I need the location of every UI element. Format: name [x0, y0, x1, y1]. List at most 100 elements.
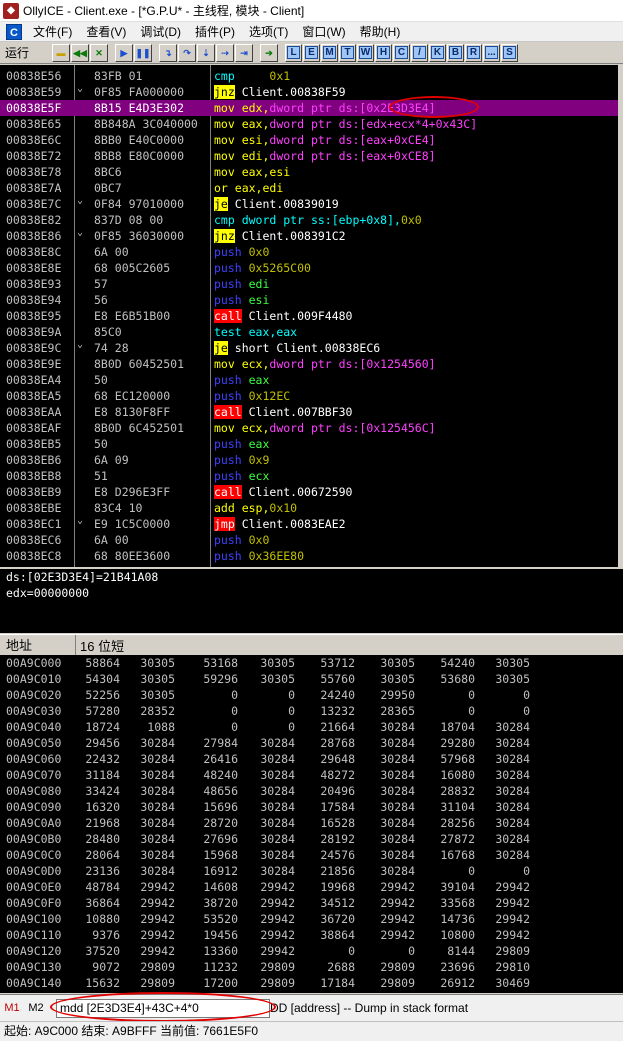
pause-button[interactable]: ❚❚: [134, 43, 152, 62]
info-line: edx=00000000: [6, 586, 90, 600]
memory-map-button[interactable]: M: [321, 43, 338, 62]
dump-row[interactable]: 00A9C100 10880 29942 53520 29942 36720 29942 14…: [0, 911, 623, 927]
threads-button[interactable]: T: [339, 43, 356, 62]
disasm-row[interactable]: 00838EB6 6A 09 push 0x9: [0, 452, 618, 468]
restart-button[interactable]: ◀◀: [71, 43, 89, 62]
dump-row[interactable]: 00A9C130 9072 29809 11232 29809 2688 29809 2369…: [0, 959, 623, 975]
command-input[interactable]: mdd [2E3D3E4]+43C+4*0: [56, 999, 270, 1018]
run-button[interactable]: ▶: [115, 43, 133, 62]
disasm-row[interactable]: 00838EC1 ⌄ E9 1C5C0000 jmp Client.0083EAE2: [0, 515, 618, 532]
disasm-row[interactable]: 00838E9A 85C0 test eax,eax: [0, 324, 618, 340]
disasm-row[interactable]: 00838E56 83FB 01 cmp ebx,0x1: [0, 68, 618, 84]
patches-button[interactable]: /: [411, 43, 428, 62]
dump-row[interactable]: 00A9C010 54304 30305 59296 30305 55760 30305 53…: [0, 671, 623, 687]
breakpoints-button[interactable]: B: [447, 43, 464, 62]
open-button[interactable]: ▬: [52, 43, 70, 62]
dump-value-cell: 28192: [320, 832, 355, 846]
dump-row[interactable]: 00A9C0F0 36864 29942 38720 29942 34512 29942 33…: [0, 895, 623, 911]
dump-row[interactable]: 00A9C030 57280 28352 0 0 13232 28365 0 0: [0, 703, 623, 719]
instruction-cell: mov eax,esi: [214, 164, 290, 180]
step-into-button[interactable]: ↴: [159, 43, 177, 62]
dump-row[interactable]: 00A9C120 37520 29942 13360 29942 0 0 8144 29809: [0, 943, 623, 959]
disasm-row[interactable]: 00838E95 E8 E6B51B00 call Client.009F4480: [0, 308, 618, 324]
menu-window[interactable]: 窗口(W): [295, 23, 352, 40]
data-column-header[interactable]: 16 位短: [76, 636, 124, 655]
call-stack-button[interactable]: K: [429, 43, 446, 62]
disasm-row[interactable]: 00838EBE 83C4 10 add esp,0x10: [0, 500, 618, 516]
disasm-row[interactable]: 00838E82 837D 08 00 cmp dword ptr ss:[ebp+…: [0, 212, 618, 228]
disasm-row[interactable]: 00838E72 8BB8 E80C0000 mov edi,dword ptr d…: [0, 148, 618, 164]
m1-button[interactable]: M1: [0, 1002, 24, 1014]
disasm-row[interactable]: 00838EAA E8 8130F8FF call Client.007BBF30: [0, 404, 618, 420]
dump-row[interactable]: 00A9C020 52256 30305 0 0 24240 29950 0 0: [0, 687, 623, 703]
disasm-row[interactable]: 00838E8E 68 005C2605 push 0x5265C00: [0, 260, 618, 276]
menu-view[interactable]: 查看(V): [79, 23, 133, 40]
trace-over-button[interactable]: ⇢: [216, 43, 234, 62]
dump-row[interactable]: 00A9C070 31184 30284 48240 30284 48272 30284 16…: [0, 767, 623, 783]
dump-row[interactable]: 00A9C0E0 48784 29942 14608 29942 19968 29942 39…: [0, 879, 623, 895]
disasm-row[interactable]: 00838EB8 51 push ecx: [0, 468, 618, 484]
dump-address-cell: 00A9C020: [6, 688, 62, 702]
dump-row[interactable]: 00A9C110 9376 29942 19456 29942 38864 29942 108…: [0, 927, 623, 943]
disasm-row[interactable]: 00838E9E 8B0D 60452501 mov ecx,dword ptr d…: [0, 356, 618, 372]
dump-row[interactable]: 00A9C000 58864 30305 53168 30305 53712 30305 54…: [0, 655, 623, 671]
disasm-row[interactable]: 00838EC6 6A 00 push 0x0: [0, 532, 618, 548]
menu-plugins[interactable]: 插件(P): [188, 23, 242, 40]
dump-row[interactable]: 00A9C060 22432 30284 26416 30284 29648 30284 57…: [0, 751, 623, 767]
disasm-row[interactable]: 00838E5F 8B15 E4D3E302 mov edx,dword ptr d…: [0, 100, 618, 116]
close-button[interactable]: ✕: [90, 43, 108, 62]
dump-row[interactable]: 00A9C0C0 28064 30284 15968 30284 24576 30284 16…: [0, 847, 623, 863]
disasm-row[interactable]: 00838E9C ⌄ 74 28 je short Client.00838EC6: [0, 339, 618, 356]
menu-debug[interactable]: 调试(D): [133, 23, 188, 40]
modules-button[interactable]: E: [303, 43, 320, 62]
disasm-row[interactable]: 00838EC8 68 80EE3600 push 0x36EE80: [0, 548, 618, 564]
disasm-row[interactable]: 00838E78 8BC6 mov eax,esi: [0, 164, 618, 180]
instruction-token: 0x2E3D3E4: [366, 101, 429, 115]
goto-button[interactable]: ➔: [260, 43, 278, 62]
disassembly-pane[interactable]: 00838E56 83FB 01 cmp ebx,0x1 00838E59 ⌄ 0F85 …: [0, 65, 618, 567]
disasm-row[interactable]: 00838E93 57 push edi: [0, 276, 618, 292]
m2-button[interactable]: M2: [24, 1002, 48, 1014]
trace-into-button[interactable]: ⇣: [197, 43, 215, 62]
disasm-row[interactable]: 00838E59 ⌄ 0F85 FA000000 jnz Client.00838F5…: [0, 83, 618, 100]
disasm-row[interactable]: 00838E65 8B848A 3C040000 mov eax,dword ptr…: [0, 116, 618, 132]
menu-file[interactable]: 文件(F): [26, 23, 79, 40]
execute-till-return-button[interactable]: ⇥: [235, 43, 253, 62]
dump-row[interactable]: 00A9C0B0 28480 30284 27696 30284 28192 30284 27…: [0, 831, 623, 847]
handles-button[interactable]: H: [375, 43, 392, 62]
disasm-row[interactable]: 00838EA5 68 EC120000 push 0x12EC: [0, 388, 618, 404]
dump-value-cell: 24240: [320, 688, 355, 702]
step-over-button[interactable]: ↷: [178, 43, 196, 62]
dump-row[interactable]: 00A9C080 33424 30284 48656 30284 20496 30284 28…: [0, 783, 623, 799]
log-window-button[interactable]: L: [285, 43, 302, 62]
run-trace-button[interactable]: ...: [483, 43, 500, 62]
cpu-button[interactable]: C: [393, 43, 410, 62]
dump-row[interactable]: 00A9C050 29456 30284 27984 30284 28768 30284 29…: [0, 735, 623, 751]
disasm-row[interactable]: 00838E7C ⌄ 0F84 97010000 je Client.00839019: [0, 195, 618, 212]
disasm-row[interactable]: 00838EA4 50 push eax: [0, 372, 618, 388]
vertical-scrollbar[interactable]: [618, 65, 623, 567]
disasm-row[interactable]: 00838EB5 50 push eax: [0, 436, 618, 452]
dump-row[interactable]: 00A9C090 16320 30284 15696 30284 17584 30284 31…: [0, 799, 623, 815]
dump-row[interactable]: 00A9C0D0 23136 30284 16912 30284 21856 30284 0 0: [0, 863, 623, 879]
source-button[interactable]: S: [501, 43, 518, 62]
dump-row[interactable]: 00A9C0A0 21968 30284 28720 30284 16528 30284 28…: [0, 815, 623, 831]
references-button[interactable]: R: [465, 43, 482, 62]
disasm-row[interactable]: 00838E8C 6A 00 push 0x0: [0, 244, 618, 260]
dump-address-cell: 00A9C110: [6, 928, 62, 942]
address-column-header[interactable]: 地址: [0, 634, 76, 656]
windows-button[interactable]: W: [357, 43, 374, 62]
dump-row[interactable]: 00A9C040 18724 1088 0 0 21664 30284 18704 30284: [0, 719, 623, 735]
mdi-child-icon[interactable]: C: [6, 23, 22, 40]
menu-help[interactable]: 帮助(H): [353, 23, 408, 40]
disasm-row[interactable]: 00838E86 ⌄ 0F85 36030000 jnz Client.008391C…: [0, 227, 618, 244]
instruction-token: push: [214, 261, 242, 275]
disasm-row[interactable]: 00838E6C 8BB0 E40C0000 mov esi,dword ptr d…: [0, 132, 618, 148]
dump-row[interactable]: 00A9C140 15632 29809 17200 29809 17184 29809 26…: [0, 975, 623, 991]
disasm-row[interactable]: 00838E7A 0BC7 or eax,edi: [0, 180, 618, 196]
menu-options[interactable]: 选项(T): [242, 23, 295, 40]
disasm-row[interactable]: 00838EB9 E8 D296E3FF call Client.00672590: [0, 484, 618, 500]
disasm-row[interactable]: 00838EAF 8B0D 6C452501 mov ecx,dword ptr d…: [0, 420, 618, 436]
dump-pane[interactable]: 00A9C000 58864 30305 53168 30305 53712 30305 54…: [0, 655, 623, 993]
disasm-row[interactable]: 00838E94 56 push esi: [0, 292, 618, 308]
